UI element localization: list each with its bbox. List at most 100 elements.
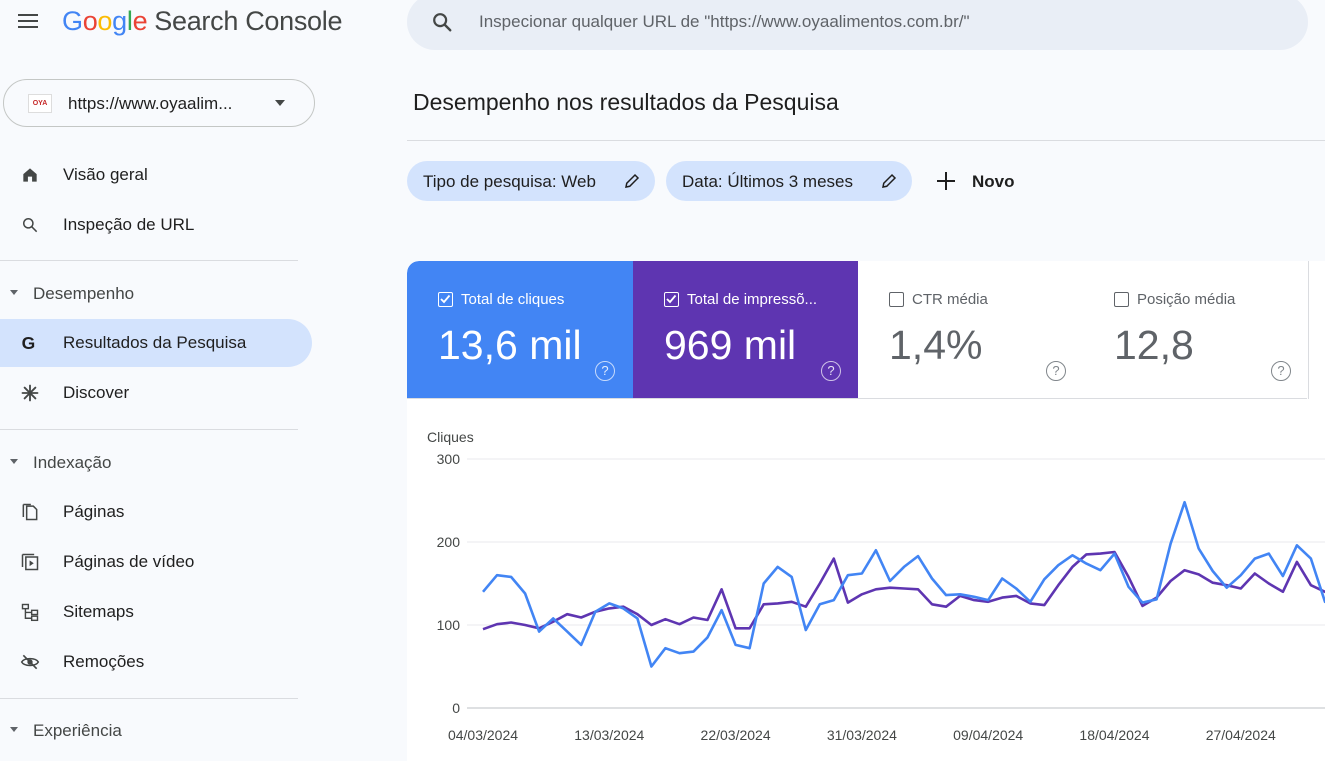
filter-chip-label: Tipo de pesquisa: Web [423, 172, 596, 191]
title-divider [407, 140, 1325, 141]
search-input[interactable] [479, 8, 1279, 36]
sidebar-item-label: Remoções [63, 652, 145, 671]
sidebar-divider [0, 698, 298, 699]
filter-chip-date[interactable]: Data: Últimos 3 meses [666, 161, 912, 201]
metric-value: 969 mil [664, 322, 797, 368]
y-tick-label: 0 [452, 700, 460, 716]
filter-chip-label: Data: Últimos 3 meses [682, 172, 853, 191]
metric-label: Total de cliques [461, 291, 565, 308]
dropdown-caret-icon [275, 100, 285, 106]
section-label: Indexação [33, 453, 112, 472]
metric-label: CTR média [912, 291, 988, 308]
sidebar-item-label: Resultados da Pesquisa [63, 333, 247, 352]
search-icon [23, 218, 38, 233]
sidebar-divider [0, 429, 298, 430]
collapse-caret-icon [10, 727, 18, 732]
sidebar-item-url-inspection[interactable]: Inspeção de URL [0, 201, 312, 249]
logo-letter: g [112, 6, 127, 36]
metric-total-clicks[interactable]: Total de cliques 13,6 mil ? [407, 261, 633, 399]
sidebar-item-discover[interactable]: Discover [0, 369, 312, 417]
removals-icon [20, 654, 40, 670]
collapse-caret-icon [10, 290, 18, 295]
x-tick-label: 13/03/2024 [574, 727, 644, 743]
pages-icon [22, 503, 38, 521]
home-icon [23, 168, 37, 182]
product-name: Search Console [154, 6, 343, 36]
x-tick-label: 22/03/2024 [701, 727, 771, 743]
checkbox-unchecked[interactable] [1114, 292, 1129, 307]
sidebar-section-experience[interactable]: Experiência [0, 716, 300, 746]
sidebar-item-label: Discover [63, 383, 130, 402]
sidebar-section-indexing[interactable]: Indexação [0, 448, 300, 478]
x-tick-label: 04/03/2024 [448, 727, 518, 743]
metric-value: 12,8 [1114, 322, 1194, 368]
url-inspection-search[interactable] [407, 0, 1308, 50]
metric-label: Total de impressõ... [687, 291, 818, 308]
y-tick-label: 200 [437, 534, 461, 550]
help-icon[interactable]: ? [1271, 361, 1291, 381]
checkbox-checked[interactable] [664, 292, 679, 307]
sidebar-section-performance[interactable]: Desempenho [0, 279, 300, 309]
new-filter-button[interactable]: Novo [924, 161, 1034, 201]
video-pages-icon [21, 553, 39, 571]
sidebar-item-video-pages[interactable]: Páginas de vídeo [0, 538, 312, 586]
new-filter-label: Novo [972, 172, 1015, 191]
sitemap-icon [21, 603, 39, 622]
y-tick-label: 100 [437, 617, 461, 633]
svg-text:G: G [22, 333, 36, 353]
section-label: Desempenho [33, 284, 135, 303]
metric-average-position[interactable]: Posição média 12,8 ? [1083, 261, 1309, 399]
logo-letter: G [62, 6, 83, 36]
edit-pencil-icon [625, 173, 640, 188]
property-url: https://www.oyaalim... [68, 94, 233, 113]
search-icon [433, 13, 452, 32]
top-bar: Google Search Console [0, 0, 1325, 50]
sidebar-item-label: Visão geral [63, 165, 148, 184]
metric-value: 13,6 mil [438, 322, 582, 368]
sidebar-item-label: Inspeção de URL [63, 215, 195, 234]
property-selector[interactable]: OYA https://www.oyaalim... [3, 79, 315, 127]
sidebar-item-label: Sitemaps [63, 602, 134, 621]
checkbox-unchecked[interactable] [889, 292, 904, 307]
series-line [482, 500, 1325, 668]
performance-card: Total de cliques 13,6 mil ? Total de imp… [407, 261, 1325, 761]
logo-letter: e [132, 6, 148, 36]
google-search-console-logo[interactable]: Google Search Console [62, 6, 343, 37]
metric-label: Posição média [1137, 291, 1236, 308]
google-g-icon: G [22, 333, 36, 353]
sidebar-item-sitemaps[interactable]: Sitemaps [0, 588, 312, 636]
y-axis-title: Cliques [427, 429, 474, 445]
sidebar-item-pages[interactable]: Páginas [0, 488, 312, 536]
sidebar-item-removals[interactable]: Remoções [0, 638, 312, 686]
sidebar-divider [0, 260, 298, 261]
sidebar-item-label: Páginas [63, 502, 125, 521]
property-favicon: OYA [28, 94, 52, 113]
sidebar-item-label: Páginas de vídeo [63, 552, 195, 571]
collapse-caret-icon [10, 459, 18, 464]
series-line [482, 550, 1325, 631]
x-tick-label: 27/04/2024 [1206, 727, 1276, 743]
help-icon[interactable]: ? [821, 361, 841, 381]
y-tick-label: 300 [437, 451, 461, 467]
sidebar-item-overview[interactable]: Visão geral [0, 151, 312, 199]
metric-total-impressions[interactable]: Total de impressõ... 969 mil ? [633, 261, 859, 399]
asterisk-icon [21, 384, 39, 402]
x-tick-label: 18/04/2024 [1079, 727, 1149, 743]
help-icon[interactable]: ? [595, 361, 615, 381]
x-tick-label: 09/04/2024 [953, 727, 1023, 743]
metric-average-ctr[interactable]: CTR média 1,4% ? [858, 261, 1084, 399]
plus-icon [937, 172, 955, 190]
help-icon[interactable]: ? [1046, 361, 1066, 381]
hamburger-menu-icon[interactable] [16, 10, 40, 34]
filter-chip-search-type[interactable]: Tipo de pesquisa: Web [407, 161, 655, 201]
metric-value: 1,4% [889, 322, 983, 368]
logo-letter: o [97, 6, 113, 36]
performance-line-chart[interactable]: Cliques 0 100 200 300 04/03/2024 13/03/2024 22/… [407, 399, 1325, 761]
page-title: Desempenho nos resultados da Pesquisa [413, 89, 839, 115]
x-tick-label: 31/03/2024 [827, 727, 897, 743]
edit-pencil-icon [882, 173, 897, 188]
section-label: Experiência [33, 721, 122, 740]
logo-letter: o [82, 6, 98, 36]
checkbox-checked[interactable] [438, 292, 453, 307]
sidebar-item-search-results[interactable]: G Resultados da Pesquisa [0, 319, 312, 367]
